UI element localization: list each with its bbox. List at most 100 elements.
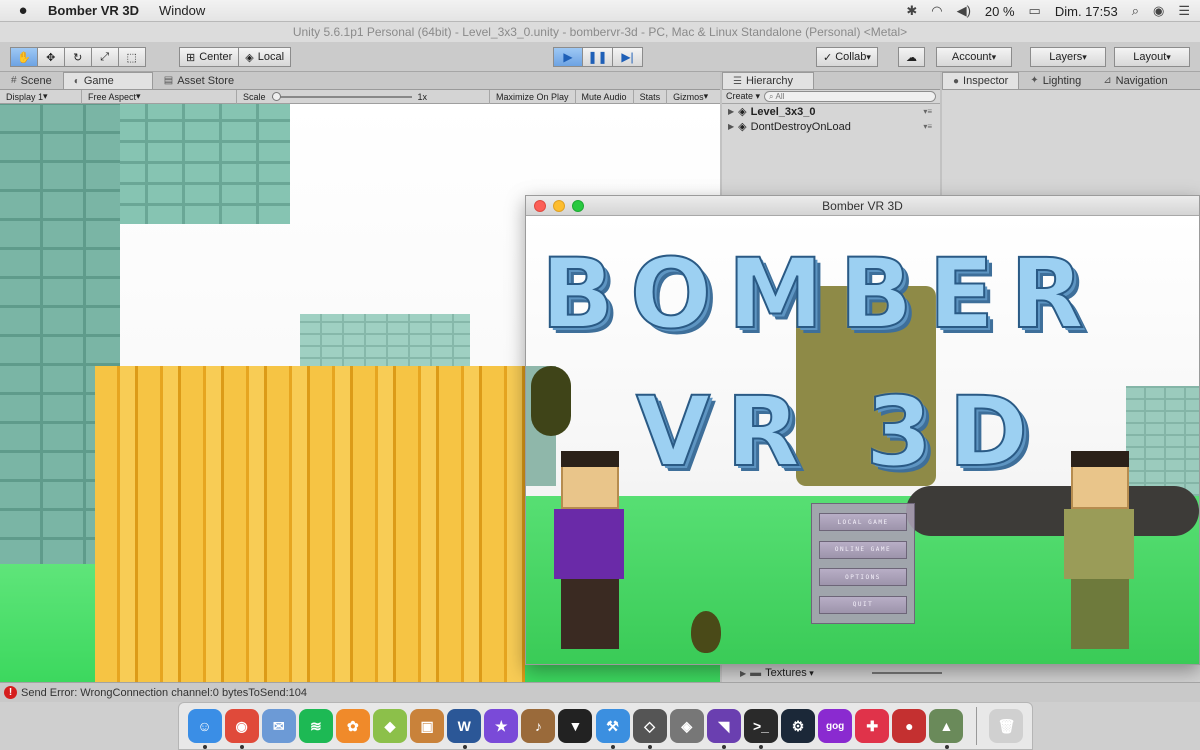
pivot-center-button[interactable]: ⊞ Center <box>179 47 240 67</box>
dock-item[interactable]: ▣ <box>410 707 445 745</box>
dock-item[interactable]: ≋ <box>298 707 333 745</box>
expand-arrow-icon[interactable]: ▶ <box>728 107 734 116</box>
word-icon[interactable]: W <box>447 709 482 743</box>
hand-tool-icon[interactable]: ✋ <box>10 47 38 67</box>
game-window-title-bar[interactable]: Bomber VR 3D <box>526 196 1199 216</box>
spotify-icon[interactable]: ≋ <box>298 709 333 743</box>
bluetooth-icon[interactable]: ✱ <box>906 3 917 19</box>
close-button[interactable] <box>534 200 546 212</box>
notification-center-icon[interactable]: ☰ <box>1178 3 1190 19</box>
hierarchy-search-input[interactable]: ⌕ All <box>764 91 936 102</box>
wifi-icon[interactable]: ◠ <box>931 3 942 19</box>
layers-dropdown[interactable]: Layers <box>1030 47 1106 67</box>
collab-button[interactable]: ✓ Collab <box>816 47 878 67</box>
android-icon[interactable]: ◆ <box>373 709 408 743</box>
gog-icon[interactable]: gog <box>818 709 853 743</box>
console-status-bar[interactable]: ! Send Error: WrongConnection channel:0 … <box>0 682 1200 702</box>
scale-slider-thumb[interactable] <box>271 91 281 101</box>
guitar-pro-icon[interactable]: ▼ <box>558 709 593 743</box>
dock-item[interactable]: ◇ <box>632 707 667 749</box>
scale-slider[interactable] <box>271 91 412 101</box>
dock-item[interactable]: ☺ <box>187 707 222 749</box>
rotate-tool-icon[interactable]: ↻ <box>64 47 92 67</box>
unity-hub-icon[interactable]: ◈ <box>669 709 704 743</box>
tab-navigation[interactable]: ⊿ Navigation <box>1092 72 1178 89</box>
xcode-icon[interactable]: ⚒ <box>595 709 630 743</box>
maximize-on-play-toggle[interactable]: Maximize On Play <box>490 89 576 104</box>
photos-icon[interactable]: ✿ <box>335 709 370 743</box>
visual-studio-icon[interactable]: ◥ <box>706 709 741 743</box>
tab-asset-store[interactable]: ▤ Asset Store <box>153 72 245 89</box>
dock-item[interactable]: ◥ <box>706 707 741 749</box>
cloud-button[interactable]: ☁ <box>898 47 925 67</box>
account-dropdown[interactable]: Account <box>936 47 1012 67</box>
bomber-vr-icon[interactable]: ▲ <box>929 709 964 743</box>
volume-icon[interactable]: ◀) <box>957 3 971 19</box>
move-tool-icon[interactable]: ✥ <box>37 47 65 67</box>
dock-item[interactable]: ✉ <box>261 707 296 745</box>
quit-button[interactable]: QUIT <box>819 595 907 614</box>
tab-game[interactable]: ◐ Game <box>62 72 153 89</box>
apple-menu-icon[interactable]: ● <box>8 2 38 19</box>
dock-item[interactable]: ▼ <box>558 707 593 745</box>
dock-item[interactable]: ★ <box>484 707 519 745</box>
search-icon[interactable]: ⌕ <box>1132 3 1139 19</box>
step-button[interactable]: ▶| <box>613 47 643 67</box>
battery-level[interactable]: 20 % <box>985 4 1015 19</box>
tab-hierarchy[interactable]: ☰ Hierarchy <box>722 72 814 89</box>
joystick-icon[interactable]: ● <box>892 709 927 743</box>
aspect-dropdown[interactable]: Free Aspect <box>82 89 237 104</box>
dock-item[interactable]: ✿ <box>335 707 370 745</box>
gizmos-dropdown[interactable]: Gizmos <box>667 90 714 104</box>
dock-item[interactable]: ◆ <box>372 707 408 745</box>
tab-scene[interactable]: # Scene <box>0 72 63 89</box>
window-menu[interactable]: Window <box>159 3 205 18</box>
dock-item[interactable]: >_ <box>743 707 778 749</box>
mute-audio-toggle[interactable]: Mute Audio <box>576 89 634 104</box>
minimize-button[interactable] <box>553 200 565 212</box>
layout-dropdown[interactable]: Layout <box>1114 47 1190 67</box>
online-game-button[interactable]: ONLINE GAME <box>819 540 907 559</box>
row-menu-icon[interactable]: ▾≡ <box>923 107 932 116</box>
zoom-button[interactable] <box>572 200 584 212</box>
tab-lighting[interactable]: ✦ Lighting <box>1019 72 1092 89</box>
preview-icon[interactable]: ▣ <box>410 709 445 743</box>
chrome-icon[interactable]: ◉ <box>224 709 259 743</box>
stats-toggle[interactable]: Stats <box>634 89 668 104</box>
expand-arrow-icon[interactable]: ▶ <box>728 122 734 131</box>
pause-button[interactable]: ❚❚ <box>583 47 613 67</box>
hierarchy-item-level[interactable]: ▶ ◈ Level_3x3_0 ▾≡ <box>722 104 940 119</box>
dock-item[interactable]: ⚒ <box>595 707 630 749</box>
dock-item[interactable]: ◉ <box>224 707 259 749</box>
pivot-local-button[interactable]: ◈ Local <box>239 47 292 67</box>
unity-icon[interactable]: ◇ <box>632 709 667 743</box>
dock-item[interactable]: ♪ <box>521 707 556 745</box>
project-folder-textures[interactable]: Textures <box>765 667 814 679</box>
imovie-icon[interactable]: ★ <box>484 709 519 743</box>
tab-inspector[interactable]: ● Inspector <box>942 72 1020 89</box>
terminal-icon[interactable]: >_ <box>743 709 778 743</box>
game-render-area[interactable]: BOMBER VR 3D LOCAL GAME ONLINE GAME OPTI… <box>526 216 1199 664</box>
row-menu-icon[interactable]: ▾≡ <box>923 122 932 131</box>
mail-icon[interactable]: ✉ <box>261 709 296 743</box>
rect-tool-icon[interactable]: ⬚ <box>118 47 146 67</box>
icon-size-slider[interactable] <box>872 672 942 674</box>
display-dropdown[interactable]: Display 1 <box>0 89 82 104</box>
local-game-button[interactable]: LOCAL GAME <box>819 513 907 532</box>
trash-icon[interactable]: 🗑 <box>989 709 1024 743</box>
dock-item[interactable]: W <box>447 707 482 749</box>
options-button[interactable]: OPTIONS <box>819 568 907 587</box>
steam-icon[interactable]: ⚙ <box>781 709 816 743</box>
expand-arrow-icon[interactable]: ▶ <box>740 669 746 678</box>
guitar-icon[interactable]: ♪ <box>521 709 556 743</box>
dock-item[interactable]: ⚙ <box>781 707 816 745</box>
dock-item[interactable]: ✚ <box>855 707 890 745</box>
hierarchy-item-dontdestroy[interactable]: ▶ ◈ DontDestroyOnLoad ▾≡ <box>722 119 940 134</box>
dock-item[interactable]: 🗑 <box>989 707 1024 745</box>
clock[interactable]: Dim. 17:53 <box>1055 4 1118 19</box>
dock-item[interactable]: ◈ <box>669 707 704 745</box>
dock-item[interactable]: gog <box>818 707 853 745</box>
create-dropdown[interactable]: Create <box>726 91 760 102</box>
siri-icon[interactable]: ◉ <box>1153 3 1164 19</box>
dock-item[interactable]: ▲ <box>929 707 964 749</box>
